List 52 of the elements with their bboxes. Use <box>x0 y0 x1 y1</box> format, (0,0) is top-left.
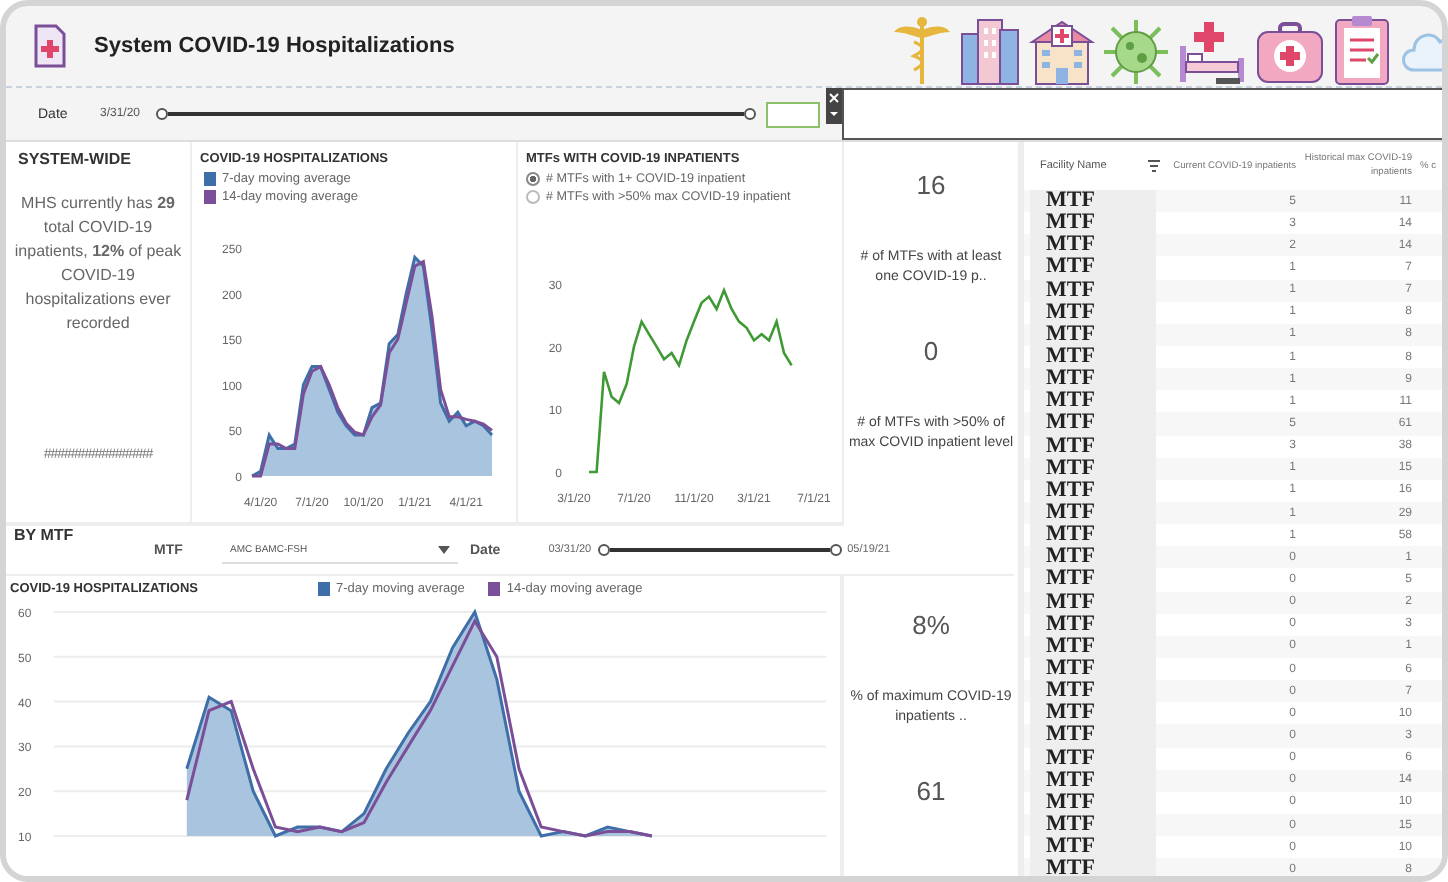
facility-cell: MTF <box>1030 345 1156 369</box>
facility-cell: MTF <box>1030 657 1156 681</box>
facility-cell: MTF <box>1030 457 1156 480</box>
kpi-value: 16 <box>916 170 946 200</box>
first-aid-kit-icon <box>1254 18 1326 86</box>
facility-cell: MTF <box>1030 301 1156 324</box>
date-range-slider[interactable] <box>156 108 756 120</box>
facility-cell: MTF <box>1030 256 1156 280</box>
facility-cell: MTF <box>1030 190 1156 213</box>
caret-icon <box>438 545 450 553</box>
facility-cell: MTF <box>1030 591 1156 614</box>
dashboard-title: System COVID-19 Hospitalizations <box>94 34 455 58</box>
facility-cell: MTF <box>1030 858 1156 876</box>
hospital-bed-icon <box>1176 18 1248 86</box>
summary-text: MHS currently has 29 total COVID-19 inpatients, 12% of peak COVID-19 hospitalizations ever recorded <box>12 192 184 336</box>
date-input-field[interactable] <box>766 101 820 127</box>
facility-cell: MTF <box>1030 368 1156 391</box>
facility-cell: MTF <box>1030 680 1156 703</box>
facility-cell: MTF <box>1030 524 1156 547</box>
facility-cell: MTF <box>1030 791 1156 814</box>
facility-cell: MTF <box>1030 769 1156 792</box>
kpi-value: 61 <box>916 776 946 806</box>
facility-cell: MTF <box>1030 546 1156 569</box>
date-range-slider[interactable] <box>597 544 842 556</box>
kpi-value: 0 <box>923 336 939 366</box>
facility-cell: MTF <box>1030 836 1156 859</box>
facility-cell: MTF <box>1030 702 1156 725</box>
clipboard-icon <box>1332 14 1392 86</box>
sort-icon[interactable] <box>1148 160 1160 172</box>
facility-cell: MTF <box>1030 279 1156 302</box>
facility-cell: MTF <box>1030 813 1156 837</box>
facility-cell: MTF <box>1030 724 1156 748</box>
facility-cell: MTF <box>1030 747 1156 770</box>
facility-cell: MTF <box>1030 412 1156 436</box>
facility-cell: MTF <box>1030 390 1156 413</box>
document-icon <box>34 24 66 68</box>
facility-cell: MTF <box>1030 501 1156 525</box>
facility-cell: MTF <box>1030 435 1156 458</box>
buildings-icon <box>958 14 1022 86</box>
virus-icon <box>1102 18 1170 86</box>
section-heading: SYSTEM-WIDE <box>16 150 131 168</box>
facility-cell: MTF <box>1030 613 1156 636</box>
facility-cell: MTF <box>1030 635 1156 658</box>
facility-cell: MTF <box>1030 568 1156 592</box>
facility-cell: MTF <box>1030 212 1156 235</box>
facility-cell: MTF <box>1030 479 1156 502</box>
caduceus-icon <box>892 14 952 86</box>
facility-cell: MTF <box>1030 323 1156 346</box>
kpi-value: 8% <box>912 610 950 640</box>
close-icon[interactable] <box>826 88 842 124</box>
facility-cell: MTF <box>1030 234 1156 257</box>
section-heading: BY MTF <box>12 526 76 544</box>
